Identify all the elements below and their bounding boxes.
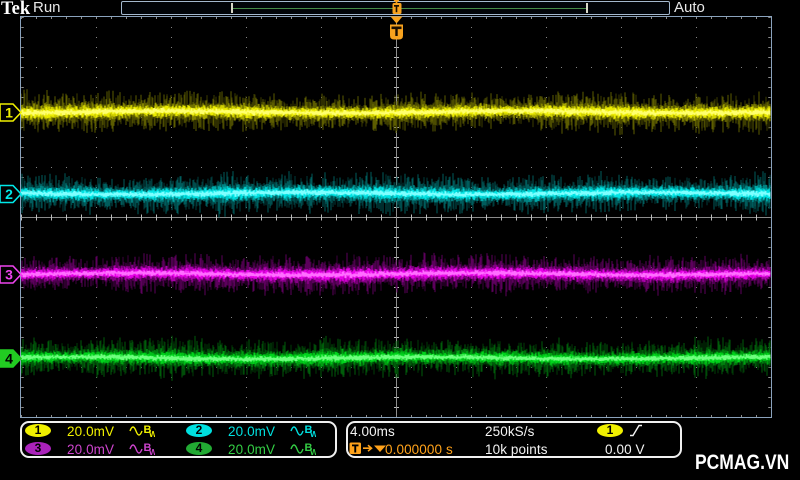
svg-text:3: 3 bbox=[5, 267, 13, 283]
svg-text:1: 1 bbox=[5, 105, 13, 121]
svg-text:W: W bbox=[310, 429, 316, 438]
svg-text:W: W bbox=[149, 429, 155, 438]
svg-text:2: 2 bbox=[5, 186, 13, 202]
svg-text:4: 4 bbox=[5, 351, 13, 367]
svg-text:W: W bbox=[310, 447, 316, 456]
svg-text:W: W bbox=[149, 447, 155, 456]
